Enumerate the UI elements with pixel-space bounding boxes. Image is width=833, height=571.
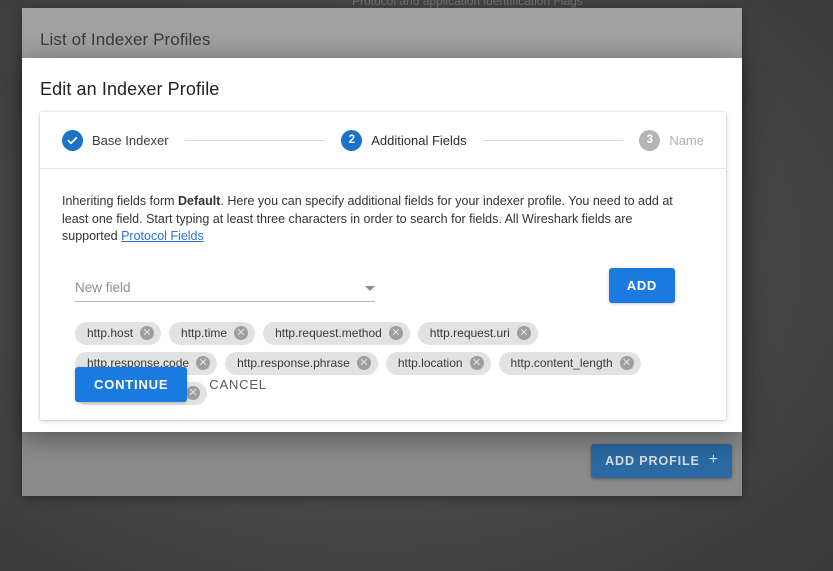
- plus-icon: +: [708, 451, 719, 468]
- stepper-label-name: Name: [669, 132, 704, 148]
- add-profile-button[interactable]: ADD PROFILE +: [591, 444, 732, 478]
- stepper-step-additional-fields[interactable]: 2 Additional Fields: [341, 129, 467, 151]
- stepper-label-base-indexer: Base Indexer: [92, 132, 169, 148]
- cut-off-header-text: Protocol and application identification …: [352, 0, 583, 8]
- new-field-row: New field ADD: [62, 267, 704, 316]
- description-part-1: Inheriting fields form: [62, 194, 179, 208]
- page-title: List of Indexer Profiles: [40, 30, 211, 49]
- cancel-button[interactable]: CANCEL: [195, 367, 281, 402]
- field-chip-label: http.host: [87, 326, 134, 340]
- step-number-badge-3: 3: [639, 129, 661, 151]
- stepper-connector-1: [184, 139, 326, 141]
- protocol-fields-link[interactable]: Protocol Fields: [121, 229, 204, 243]
- field-chip-label: http.time: [181, 326, 228, 340]
- close-circle-icon[interactable]: ✕: [469, 356, 484, 370]
- stepper-connector-2: [482, 139, 624, 141]
- stepper-step-base-indexer[interactable]: Base Indexer: [62, 129, 169, 151]
- stepper-label-additional-fields: Additional Fields: [371, 132, 467, 148]
- edit-indexer-profile-dialog: Edit an Indexer Profile Base Indexer 2 A…: [22, 58, 742, 432]
- new-field-select[interactable]: New field: [75, 280, 375, 302]
- check-icon: [62, 129, 83, 151]
- close-circle-icon[interactable]: ✕: [619, 356, 634, 370]
- field-chip-label: http.request.uri: [429, 326, 510, 340]
- field-chip: http.request.method ✕: [263, 321, 410, 345]
- field-chip: http.request.uri ✕: [417, 321, 538, 345]
- wizard-stepper: Base Indexer 2 Additional Fields 3 Name: [40, 112, 726, 169]
- field-chip: http.content_length ✕: [498, 351, 641, 375]
- description-default-keyword: Default: [178, 194, 221, 208]
- field-chip: http.location ✕: [385, 351, 491, 375]
- field-chip-label: http.location: [397, 356, 463, 370]
- field-chip-label: http.content_length: [510, 356, 613, 370]
- field-chip: http.host ✕: [75, 321, 162, 345]
- close-circle-icon[interactable]: ✕: [516, 326, 531, 340]
- close-circle-icon[interactable]: ✕: [234, 326, 249, 340]
- add-profile-label: ADD PROFILE: [605, 454, 700, 468]
- wizard-card: Base Indexer 2 Additional Fields 3 Name …: [40, 112, 726, 420]
- chevron-down-icon[interactable]: [365, 285, 375, 291]
- close-circle-icon[interactable]: ✕: [140, 326, 155, 340]
- field-chip: http.time ✕: [169, 321, 256, 345]
- description-text: Inheriting fields form Default. Here you…: [62, 193, 682, 246]
- wizard-actions: CONTINUE CANCEL: [75, 367, 281, 402]
- continue-button[interactable]: CONTINUE: [75, 367, 188, 402]
- add-field-button[interactable]: ADD: [608, 267, 675, 303]
- close-circle-icon[interactable]: ✕: [356, 356, 371, 370]
- stepper-step-name[interactable]: 3 Name: [639, 129, 704, 151]
- field-chip-label: http.request.method: [275, 326, 382, 340]
- close-circle-icon[interactable]: ✕: [388, 326, 403, 340]
- new-field-placeholder: New field: [75, 279, 131, 295]
- step-number-badge-2: 2: [341, 129, 363, 151]
- dialog-title: Edit an Indexer Profile: [40, 79, 220, 99]
